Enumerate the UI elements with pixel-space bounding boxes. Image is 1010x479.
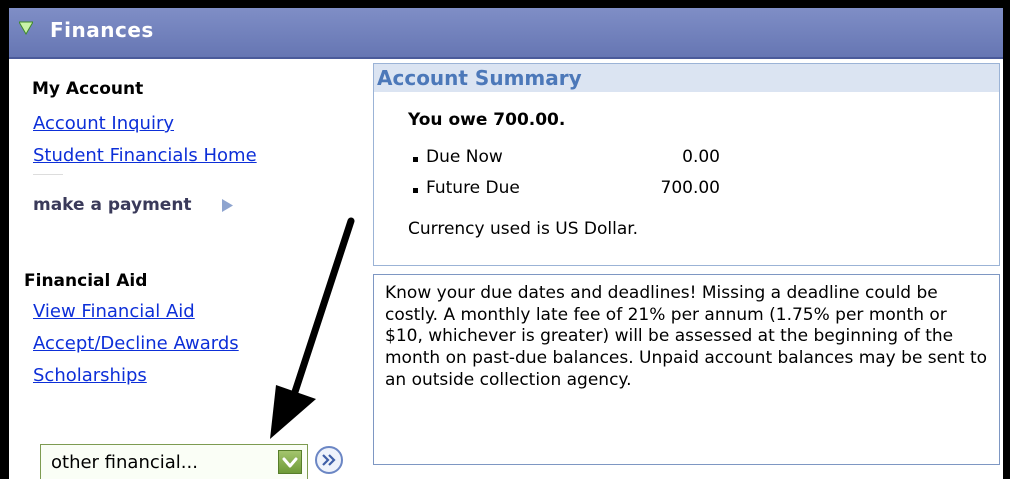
due-now-label: Due Now <box>426 147 503 167</box>
play-arrow-icon <box>222 199 233 212</box>
deadline-notice: Know your due dates and deadlines! Missi… <box>373 274 1000 465</box>
make-a-payment-button[interactable]: make a payment <box>33 195 233 215</box>
bullet <box>413 157 418 162</box>
view-financial-aid-link[interactable]: View Financial Aid <box>33 301 195 322</box>
chevron-down-icon[interactable] <box>278 450 302 474</box>
due-now-amount: 0.00 <box>682 147 720 167</box>
financial-aid-heading: Financial Aid <box>24 271 148 291</box>
bullet <box>413 188 418 193</box>
other-financial-select-value: other financial... <box>51 452 198 473</box>
account-inquiry-link[interactable]: Account Inquiry <box>33 113 174 134</box>
amount-owed: You owe 700.00. <box>408 110 566 130</box>
scholarships-link[interactable]: Scholarships <box>33 365 147 386</box>
page-title: Finances <box>50 18 154 42</box>
other-financial-select[interactable]: other financial... <box>40 444 308 479</box>
future-due-amount: 700.00 <box>660 178 720 198</box>
triangle-down-icon[interactable] <box>19 21 33 35</box>
finances-pagelet: Finances My Account Account Inquiry Stud… <box>0 0 1010 479</box>
double-chevron-right-icon[interactable] <box>314 445 344 475</box>
annotation-arrow-icon <box>270 217 355 439</box>
account-summary-panel: Account Summary You owe 700.00. Due Now … <box>373 63 1000 266</box>
make-a-payment-label: make a payment <box>33 195 192 215</box>
future-due-label: Future Due <box>426 178 520 198</box>
accept-decline-awards-link[interactable]: Accept/Decline Awards <box>33 333 239 354</box>
divider <box>33 174 63 175</box>
my-account-heading: My Account <box>32 79 144 99</box>
pagelet-header: Finances <box>9 8 1003 59</box>
account-summary-title: Account Summary <box>374 64 999 92</box>
student-financials-home-link[interactable]: Student Financials Home <box>33 145 257 166</box>
currency-note: Currency used is US Dollar. <box>408 219 639 239</box>
